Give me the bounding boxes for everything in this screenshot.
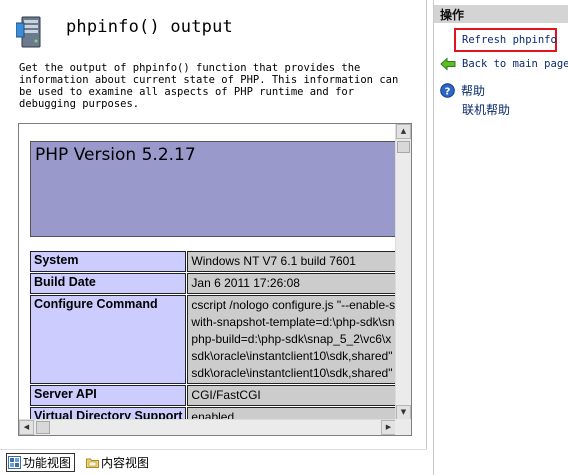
phpinfo-key: Build Date (30, 273, 187, 294)
phpinfo-value-line: sdk\oracle\instantclient10\sdk,shared" " (191, 349, 396, 363)
scroll-down-button[interactable]: ▼ (396, 405, 411, 420)
online-help-link[interactable]: 联机帮助 (462, 101, 510, 118)
tab-content-view[interactable]: 内容视图 (85, 453, 152, 472)
phpinfo-value: Windows NT V7 6.1 build 7601 (187, 251, 396, 272)
phpinfo-table: System Windows NT V7 6.1 build 7601 Build … (29, 250, 396, 420)
green-arrow-left-icon (440, 57, 456, 71)
phpinfo-frame[interactable]: PHP Version 5.2.17 System Windows NT V7 6… (18, 123, 412, 436)
tab-features-view-label: 功能视图 (23, 456, 72, 470)
page-description: Get the output of phpinfo() function tha… (19, 62, 399, 110)
phpinfo-value-line: CGI/FastCGI (191, 388, 261, 402)
phpinfo-row: Server API CGI/FastCGI (30, 385, 396, 406)
phpinfo-value: Jan 6 2011 17:26:08 (187, 273, 396, 294)
phpinfo-value-line: with-snapshot-template=d:\php-sdk\snap (191, 315, 396, 329)
phpinfo-value-line: sdk\oracle\instantclient10\sdk,shared" " (191, 366, 396, 380)
main-pane: phpinfo() output Get the output of phpin… (0, 0, 427, 475)
phpinfo-value-line: php-build=d:\php-sdk\snap_5_2\vc6\x (191, 332, 392, 346)
page-title: phpinfo() output (66, 17, 233, 37)
phpinfo-row: Build Date Jan 6 2011 17:26:08 (30, 273, 396, 294)
tab-content-view-label: 内容视图 (101, 456, 150, 470)
php-version: PHP Version 5.2.17 (35, 145, 196, 165)
phpinfo-value-line: Jan 6 2011 17:26:08 (191, 276, 300, 290)
phpinfo-value: CGI/FastCGI (187, 385, 396, 406)
horizontal-scrollbar[interactable]: ◀ ▶ (19, 419, 396, 435)
actions-header: 操作 (434, 5, 568, 23)
help-link[interactable]: ? 帮助 (440, 82, 485, 99)
phpinfo-key: System (30, 251, 187, 272)
scrollbar-corner (395, 419, 411, 435)
content-view-folder-icon (86, 458, 99, 468)
php-version-banner: PHP Version 5.2.17 (30, 141, 396, 237)
phpinfo-row: Configure Command cscript /nologo configu… (30, 295, 396, 384)
phpinfo-row: System Windows NT V7 6.1 build 7601 (30, 251, 396, 272)
back-to-main-page-link[interactable]: Back to main page (440, 56, 568, 72)
help-question-icon: ? (440, 83, 455, 98)
phpinfo-value-line: cscript /nologo configure.js "--enable-s… (191, 298, 396, 312)
svg-text:?: ? (445, 86, 451, 97)
horizontal-scroll-thumb[interactable] (36, 421, 50, 434)
phpinfo-value-line: Windows NT V7 6.1 build 7601 (191, 254, 356, 268)
phpinfo-key: Server API (30, 385, 187, 406)
server-icon (16, 16, 41, 48)
scroll-right-button[interactable]: ▶ (381, 420, 396, 435)
phpinfo-key: Configure Command (30, 295, 187, 384)
scroll-up-button[interactable]: ▲ (396, 124, 411, 139)
back-to-main-page-label: Back to main page (462, 58, 568, 70)
phpinfo-value: cscript /nologo configure.js "--enable-s… (187, 295, 396, 384)
scroll-left-button[interactable]: ◀ (19, 420, 34, 435)
vertical-scroll-thumb[interactable] (397, 141, 410, 153)
features-view-icon (8, 456, 21, 469)
help-label: 帮助 (461, 84, 486, 98)
view-tabs: 功能视图 内容视图 (0, 449, 427, 475)
tab-features-view[interactable]: 功能视图 (6, 453, 76, 472)
refresh-phpinfo-link[interactable]: Refresh phpinfo (454, 28, 557, 52)
phpinfo-content: PHP Version 5.2.17 System Windows NT V7 6… (19, 124, 396, 420)
vertical-scrollbar[interactable]: ▲ ▼ (395, 124, 411, 420)
actions-pane: 操作 Refresh phpinfo Back to main page ? 帮… (433, 0, 568, 475)
